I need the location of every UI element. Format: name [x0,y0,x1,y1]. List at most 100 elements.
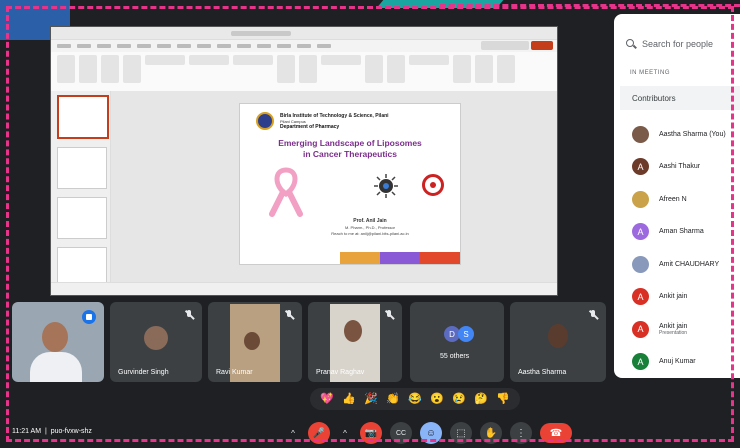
tile-name: Gurvinder Singh [118,369,169,376]
tile-name: Pranav Raghav [316,369,365,376]
video-tile[interactable]: Ravi Kumar [208,302,302,382]
avatar [144,326,168,350]
participant-name: Afreen N [659,195,687,203]
participant-item[interactable]: Aastha Sharma (You) [614,118,740,151]
participant-name: Amit CHAUDHARY [659,260,720,268]
camera-toggle-button[interactable]: 📷 [360,422,382,444]
mic-options-chevron-icon[interactable]: ^ [286,422,300,444]
captions-button[interactable]: CC [390,422,412,444]
contributors-label: Contributors [632,93,676,103]
avatar: S [458,326,474,342]
participant-item[interactable]: Amit CHAUDHARY [614,248,740,281]
slide-thumbnail[interactable] [57,197,107,239]
present-in-teams-button[interactable] [481,41,529,50]
participant-name: Ankit jain [659,322,688,330]
share-button[interactable] [531,41,553,50]
search-placeholder: Search for people [642,39,714,49]
avatar: A [632,158,649,176]
emoji-reaction-button[interactable]: ☺ [420,422,442,444]
participant-name: Aman Sharma [659,228,704,236]
video-tile[interactable] [12,302,104,382]
slide-thumbnails [51,91,111,289]
reactions-bar: 💖 👍 🎉 👏 😂 😮 😢 🤔 👎 [310,388,520,410]
reaction-party-icon[interactable]: 🎉 [364,393,378,405]
presenter-name: Prof. Anil Jain [353,218,387,224]
avatar: A [632,288,649,306]
shared-screen: Birla Institute of Technology & Science,… [50,26,558,296]
reaction-thumbs-up-icon[interactable]: 👍 [342,393,356,405]
tile-name: Aastha Sharma [518,369,567,376]
presenter-qualifications: M. Pharm., Ph.D., Professor [344,225,395,230]
more-options-button[interactable]: ⋮ [510,422,532,444]
avatar: A [632,223,649,241]
search-people-input[interactable]: Search for people [626,32,740,56]
participant-name: Anuj Kumar [659,358,696,366]
reaction-sad-icon[interactable]: 😢 [452,393,466,405]
participant-item[interactable]: A Anuj Kumar [614,346,740,379]
call-controls: ^ 🎤 ^ 📷 CC ☺ ⬚ ✋ ⋮ ☎ [286,422,572,444]
slide-thumbnail[interactable] [57,95,109,139]
participant-video [344,320,362,342]
meeting-code: puo-fvxw-shz [50,428,92,435]
meeting-info: 11:21 AM | puo-fvxw-shz [12,428,92,435]
meeting-divider: | [43,428,49,435]
meeting-time: 11:21 AM [12,428,42,435]
avatar: A [632,353,649,371]
participant-item[interactable]: A Aashi Thakur [614,151,740,184]
participant-item[interactable]: A Ankit jain Presentation [614,313,740,346]
others-count: 55 others [440,353,470,360]
participant-video [42,322,68,352]
reaction-surprised-icon[interactable]: 😮 [430,393,444,405]
mic-off-icon [184,310,194,320]
avatar [548,324,568,348]
raise-hand-button[interactable]: ✋ [480,422,502,444]
avatar [632,125,649,143]
participant-video [244,332,260,350]
participant-subtitle: Presentation [659,329,688,336]
ppt-status-bar [51,282,557,295]
video-tile[interactable]: D S 55 others [410,302,504,382]
slide-title-line: Emerging Landscape of Liposomes [278,138,422,148]
participant-name: Aastha Sharma (You) [659,130,726,138]
slide-footer-bars [340,252,460,264]
reaction-heart-icon[interactable]: 💖 [320,393,334,405]
search-icon [626,39,636,49]
reaction-laugh-icon[interactable]: 😂 [408,393,422,405]
camera-options-chevron-icon[interactable]: ^ [338,422,352,444]
highlight-frame-top [440,4,740,7]
in-meeting-label: IN MEETING [630,70,671,76]
video-tile[interactable]: Pranav Raghav [308,302,402,382]
tile-name: Ravi Kumar [216,369,253,376]
slide-thumbnail[interactable] [57,147,107,189]
target-image [422,174,444,196]
slide-title: Emerging Landscape of Liposomes in Cance… [248,138,452,160]
pink-ribbon-image [269,167,303,217]
speaking-indicator-icon [82,310,96,324]
people-panel: Search for people IN MEETING Contributor… [614,14,740,378]
video-tile[interactable]: Aastha Sharma [510,302,606,382]
avatar [632,190,649,208]
present-now-button[interactable]: ⬚ [450,422,472,444]
avatar: A [632,320,649,338]
reaction-thinking-icon[interactable]: 🤔 [474,393,488,405]
participant-name: Ankit jain [659,293,688,301]
participant-item[interactable]: A Ankit jain [614,281,740,314]
contributors-section[interactable]: Contributors [620,86,740,110]
slide-title-line: in Cancer Therapeutics [302,149,397,159]
mic-off-icon [588,310,598,320]
ppt-ribbon [51,52,557,92]
participant-item[interactable]: A Aman Sharma [614,216,740,249]
participant-video [30,352,82,382]
bits-logo [256,112,274,130]
reaction-thumbs-down-icon[interactable]: 👎 [496,393,510,405]
slide-canvas: Birla Institute of Technology & Science,… [111,91,557,283]
participant-name: Aashi Thakur [659,163,701,171]
avatar [632,255,649,273]
participant-item[interactable]: Afreen N [614,183,740,216]
reaction-clap-icon[interactable]: 👏 [386,393,400,405]
video-tile[interactable]: Gurvinder Singh [110,302,202,382]
end-call-button[interactable]: ☎ [540,423,572,443]
presenter-contact: Reach to me at: anilj@pilani.bits-pilani… [331,231,409,236]
mic-off-icon [384,310,394,320]
mic-toggle-button[interactable]: 🎤 [308,422,330,444]
